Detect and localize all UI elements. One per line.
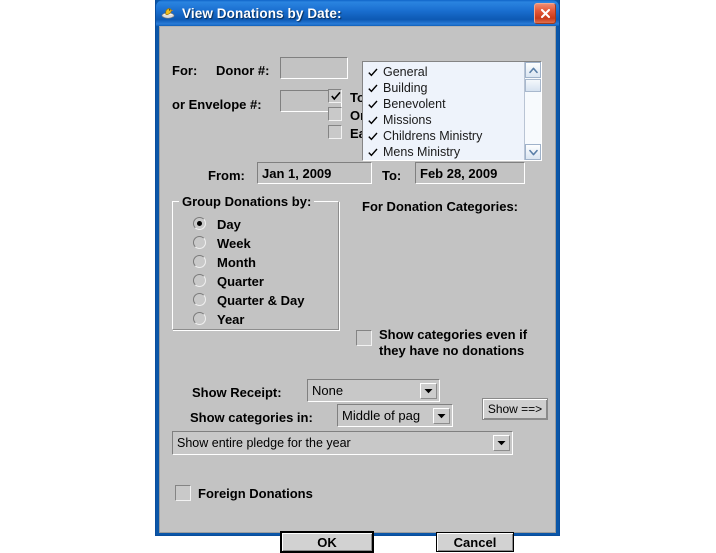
radio-quarter[interactable] [193, 274, 206, 287]
list-item-label: General [383, 65, 428, 79]
donor-number-label: Donor #: [216, 63, 270, 78]
radio-day[interactable] [193, 217, 206, 230]
donor-number-input[interactable] [280, 57, 348, 79]
duck-icon [161, 5, 177, 21]
list-item[interactable]: Childrens Ministry [366, 128, 524, 144]
label-day: Day [217, 217, 241, 232]
chevron-down-icon[interactable] [493, 435, 510, 451]
group-donations-by-legend: Group Donations by: [179, 194, 315, 209]
checkbox-foreign-donations[interactable] [175, 485, 191, 501]
label-week: Week [217, 236, 251, 251]
pledge-dropdown[interactable]: Show entire pledge for the year [172, 431, 513, 455]
dialog-client-area: For: Donor #: or Envelope #: Total All D… [159, 26, 556, 553]
envelope-number-label: or Envelope #: [172, 97, 262, 112]
check-icon [366, 68, 379, 77]
for-label: For: [172, 63, 198, 78]
ok-button[interactable]: OK [280, 531, 374, 553]
label-year: Year [217, 312, 245, 327]
radio-week[interactable] [193, 236, 206, 249]
list-item-label: Childrens Ministry [383, 129, 483, 143]
show-button[interactable]: Show ==> [482, 398, 548, 420]
radio-quarter-and-day[interactable] [193, 293, 206, 306]
pledge-value: Show entire pledge for the year [177, 436, 351, 450]
radio-year[interactable] [193, 312, 206, 325]
list-item[interactable]: Missions [366, 112, 524, 128]
list-item[interactable]: Building [366, 80, 524, 96]
radio-month[interactable] [193, 255, 206, 268]
chevron-down-icon[interactable] [433, 407, 450, 424]
scroll-down-icon[interactable] [525, 144, 541, 160]
show-categories-in-label: Show categories in: [190, 410, 313, 425]
donation-categories-listbox[interactable]: General Building Benevolent Missions Chi… [362, 61, 542, 161]
window-title: View Donations by Date: [182, 5, 342, 21]
to-date-input[interactable]: Feb 28, 2009 [415, 162, 525, 184]
list-item[interactable]: Benevolent [366, 96, 524, 112]
list-item-label: Missions [383, 113, 432, 127]
view-donations-dialog: View Donations by Date: For: Donor #: or… [155, 0, 560, 553]
close-icon[interactable] [534, 3, 556, 24]
list-item-label: Mens Ministry [383, 145, 461, 159]
label-show-empty-categories-line1: Show categories even if [379, 327, 528, 342]
check-icon [366, 84, 379, 93]
show-receipt-label: Show Receipt: [192, 385, 282, 400]
show-categories-in-dropdown[interactable]: Middle of pag [337, 404, 453, 427]
list-item-label: Benevolent [383, 97, 446, 111]
label-quarter-and-day: Quarter & Day [217, 293, 305, 308]
check-icon [366, 148, 379, 157]
cancel-button[interactable]: Cancel [436, 532, 514, 552]
show-receipt-dropdown[interactable]: None [307, 379, 440, 402]
checkbox-total-all-donors[interactable] [328, 89, 342, 103]
from-date-input[interactable]: Jan 1, 2009 [257, 162, 372, 184]
list-item[interactable]: Mens Ministry [366, 144, 524, 160]
check-icon [366, 100, 379, 109]
label-month: Month [217, 255, 256, 270]
to-label: To: [382, 168, 402, 183]
donation-categories-title: For Donation Categories: [362, 199, 519, 214]
show-receipt-value: None [312, 383, 344, 398]
label-show-empty-categories-line2: they have no donations [379, 343, 525, 358]
checkbox-each-donation-all-donors[interactable] [328, 125, 342, 139]
checkbox-one-donor-per-page[interactable] [328, 107, 342, 121]
scrollbar-thumb[interactable] [525, 79, 541, 92]
title-bar[interactable]: View Donations by Date: [156, 0, 559, 26]
scrollbar-track[interactable] [525, 78, 541, 144]
categories-scrollbar[interactable] [524, 62, 541, 160]
chevron-down-icon[interactable] [420, 382, 437, 399]
list-item-label: Building [383, 81, 428, 95]
list-item[interactable]: General [366, 64, 524, 80]
label-foreign-donations: Foreign Donations [198, 486, 313, 501]
check-icon [366, 116, 379, 125]
scroll-up-icon[interactable] [525, 62, 541, 78]
check-icon [366, 132, 379, 141]
label-quarter: Quarter [217, 274, 264, 289]
checkbox-show-empty-categories[interactable] [356, 330, 372, 346]
donation-categories-items: General Building Benevolent Missions Chi… [363, 62, 524, 160]
show-categories-in-value: Middle of pag [342, 408, 421, 423]
from-label: From: [208, 168, 245, 183]
